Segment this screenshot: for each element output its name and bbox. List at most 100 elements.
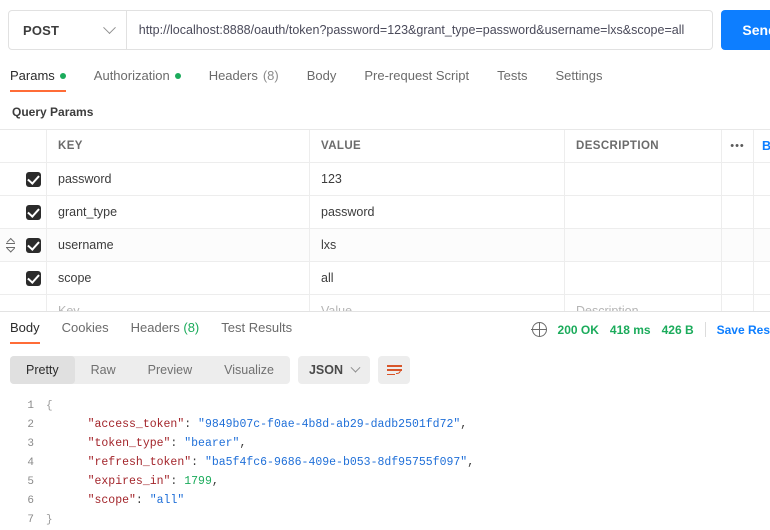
response-size: 426 B bbox=[661, 322, 694, 337]
chevron-down-icon bbox=[350, 362, 361, 373]
language-dropdown[interactable]: JSON bbox=[297, 356, 370, 384]
status-code: 200 OK bbox=[557, 322, 599, 337]
line-number: 7 bbox=[27, 513, 34, 526]
param-value: password bbox=[321, 205, 375, 219]
modified-dot-icon bbox=[59, 72, 66, 79]
send-button[interactable]: Send bbox=[721, 10, 770, 50]
drag-handle-icon[interactable] bbox=[5, 239, 15, 252]
response-status-area: 200 OK 418 ms 426 B Save Res bbox=[531, 321, 770, 337]
tab-settings-label: Settings bbox=[555, 68, 603, 83]
chevron-down-icon bbox=[102, 20, 116, 34]
wrap-lines-button[interactable] bbox=[378, 356, 410, 384]
code-text: "scope": "all" bbox=[60, 494, 185, 507]
postman-window: POST http://localhost:8888/oauth/token?p… bbox=[0, 0, 770, 530]
more-options-icon: ••• bbox=[730, 139, 745, 152]
code-line: 5 "expires_in": 1799, bbox=[0, 472, 770, 491]
tab-headers[interactable]: Headers (8) bbox=[209, 66, 293, 92]
response-tab-headers-count: (8) bbox=[183, 320, 200, 335]
divider bbox=[704, 322, 706, 337]
tab-headers-count: (8) bbox=[262, 68, 279, 83]
line-number: 2 bbox=[27, 418, 34, 431]
language-label: JSON bbox=[308, 363, 343, 377]
code-brace: { bbox=[46, 399, 53, 412]
format-pretty-button[interactable]: Pretty bbox=[10, 356, 75, 384]
response-time: 418 ms bbox=[609, 322, 651, 337]
row-checkbox[interactable] bbox=[25, 171, 41, 187]
param-key: scope bbox=[58, 271, 92, 285]
url-input[interactable]: http://localhost:8888/oauth/token?passwo… bbox=[126, 10, 714, 50]
globe-icon[interactable] bbox=[531, 321, 547, 337]
code-line: 3 "token_type": "bearer", bbox=[0, 434, 770, 453]
save-response-button[interactable]: Save Res bbox=[717, 323, 770, 337]
bulk-edit-button[interactable]: Bulk Edit bbox=[753, 130, 770, 162]
column-header-value: VALUE bbox=[321, 140, 362, 152]
response-tab-headers[interactable]: Headers (8) bbox=[131, 318, 200, 344]
tab-pre-request-script-label: Pre-request Script bbox=[364, 68, 470, 83]
param-key: password bbox=[58, 172, 112, 186]
response-tab-body-label: Body bbox=[10, 320, 40, 335]
tab-headers-label: Headers bbox=[208, 68, 258, 83]
response-panel: Body Cookies Headers (8) Test Results 20… bbox=[0, 311, 770, 530]
tab-authorization[interactable]: Authorization bbox=[94, 66, 195, 92]
response-tab-test-results-label: Test Results bbox=[221, 320, 293, 335]
code-text: "refresh_token": "ba5f4fc6-9686-409e-b05… bbox=[60, 456, 475, 469]
line-number: 1 bbox=[27, 399, 34, 412]
tab-authorization-label: Authorization bbox=[93, 68, 170, 83]
code-text: "expires_in": 1799, bbox=[60, 475, 219, 488]
format-raw-button[interactable]: Raw bbox=[75, 356, 132, 384]
response-tab-headers-label: Headers bbox=[130, 320, 180, 335]
code-line: 6 "scope": "all" bbox=[0, 491, 770, 510]
code-line: 1{ bbox=[0, 396, 770, 415]
table-row[interactable]: scope all bbox=[0, 262, 770, 295]
column-header-description: DESCRIPTION bbox=[576, 140, 659, 152]
column-header-key: KEY bbox=[58, 140, 83, 152]
response-tab-cookies[interactable]: Cookies bbox=[62, 318, 109, 344]
tab-settings[interactable]: Settings bbox=[555, 66, 616, 92]
tab-body[interactable]: Body bbox=[307, 66, 351, 92]
row-checkbox[interactable] bbox=[25, 237, 41, 253]
http-method-dropdown[interactable]: POST bbox=[8, 10, 127, 50]
code-text: "token_type": "bearer", bbox=[60, 437, 247, 450]
request-tabs: Params Authorization Headers (8) Body Pr… bbox=[0, 66, 770, 96]
table-header-row: KEY VALUE DESCRIPTION ••• Bulk Edit bbox=[0, 130, 770, 163]
tab-pre-request-script[interactable]: Pre-request Script bbox=[364, 66, 483, 92]
response-tab-test-results[interactable]: Test Results bbox=[221, 318, 292, 344]
tab-body-label: Body bbox=[306, 68, 337, 83]
column-options-button[interactable]: ••• bbox=[721, 130, 753, 162]
tab-tests-label: Tests bbox=[497, 68, 528, 83]
table-row[interactable]: password 123 bbox=[0, 163, 770, 196]
bulk-edit-label: Bulk Edit bbox=[762, 139, 770, 153]
wrap-lines-icon bbox=[386, 364, 402, 376]
response-body-code[interactable]: 1{2 "access_token": "9849b07c-f0ae-4b8d-… bbox=[0, 396, 770, 530]
table-row[interactable]: grant_type password bbox=[0, 196, 770, 229]
table-row[interactable]: username lxs bbox=[0, 229, 770, 262]
line-number: 5 bbox=[27, 475, 34, 488]
response-tab-body[interactable]: Body bbox=[10, 318, 40, 344]
format-visualize-button[interactable]: Visualize bbox=[208, 356, 290, 384]
response-tab-cookies-label: Cookies bbox=[61, 320, 109, 335]
query-params-table: KEY VALUE DESCRIPTION ••• Bulk Edit pass… bbox=[0, 129, 770, 328]
param-key: username bbox=[58, 238, 114, 252]
tab-tests[interactable]: Tests bbox=[497, 66, 541, 92]
url-text: http://localhost:8888/oauth/token?passwo… bbox=[138, 23, 685, 37]
request-url-bar: POST http://localhost:8888/oauth/token?p… bbox=[8, 10, 770, 50]
line-number: 6 bbox=[27, 494, 34, 507]
modified-dot-icon bbox=[174, 72, 181, 79]
query-params-title: Query Params bbox=[12, 105, 94, 119]
row-checkbox[interactable] bbox=[25, 270, 41, 286]
tab-params[interactable]: Params bbox=[10, 66, 80, 92]
line-number: 3 bbox=[27, 437, 34, 450]
param-value: lxs bbox=[321, 238, 337, 252]
param-value: 123 bbox=[321, 172, 342, 186]
response-tabs: Body Cookies Headers (8) Test Results bbox=[10, 318, 314, 344]
code-line: 4 "refresh_token": "ba5f4fc6-9686-409e-b… bbox=[0, 453, 770, 472]
row-checkbox[interactable] bbox=[25, 204, 41, 220]
code-brace: } bbox=[46, 513, 53, 526]
code-line: 7} bbox=[0, 510, 770, 529]
format-segmented-control: Pretty Raw Preview Visualize bbox=[10, 356, 290, 384]
line-number: 4 bbox=[27, 456, 34, 469]
param-value: all bbox=[321, 271, 334, 285]
code-line: 2 "access_token": "9849b07c-f0ae-4b8d-ab… bbox=[0, 415, 770, 434]
response-format-bar: Pretty Raw Preview Visualize JSON bbox=[10, 356, 410, 384]
format-preview-button[interactable]: Preview bbox=[132, 356, 208, 384]
